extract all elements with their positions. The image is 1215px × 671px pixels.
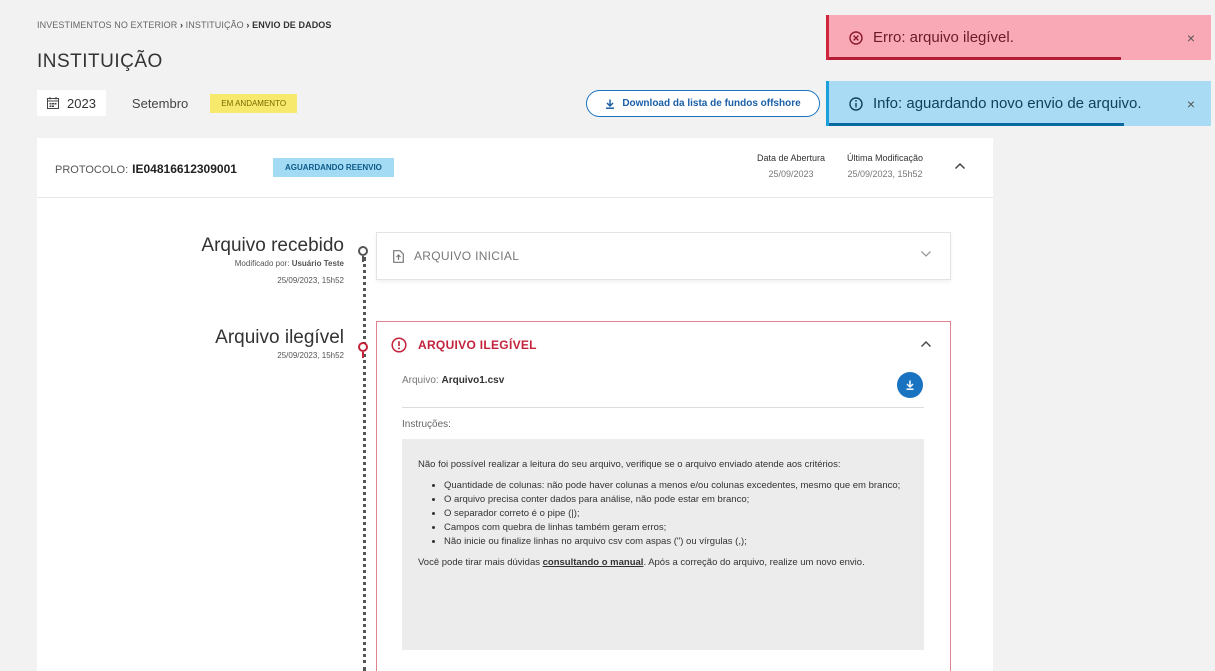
download-icon bbox=[906, 380, 914, 390]
timeline-node-stem bbox=[362, 256, 364, 262]
footer-text: . Após a correção do arquivo, realize um… bbox=[643, 557, 865, 568]
error-toast-message: Erro: arquivo ilegível. bbox=[873, 29, 1014, 46]
error-toast: Erro: arquivo ilegível. × bbox=[826, 15, 1211, 60]
timeline-connector bbox=[363, 257, 366, 671]
criteria-item: O separador correto é o pipe (|); bbox=[444, 507, 908, 520]
initial-file-title: ARQUIVO INICIAL bbox=[414, 249, 520, 263]
protocol-number: IE04816612309001 bbox=[132, 162, 237, 176]
timeline-title: Arquivo recebido bbox=[201, 235, 344, 256]
calendar-icon bbox=[47, 97, 59, 109]
instructions-footer: Você pode tirar mais dúvidas consultando… bbox=[418, 556, 908, 569]
breadcrumb-item-investimentos[interactable]: INVESTIMENTOS NO EXTERIOR bbox=[37, 20, 177, 30]
breadcrumb-separator: › bbox=[243, 20, 253, 30]
modified-by-user: Usuário Teste bbox=[291, 259, 344, 268]
info-toast-message: Info: aguardando novo envio de arquivo. bbox=[873, 95, 1142, 112]
timeline-modified-by: Modificado por: Usuário Teste bbox=[54, 259, 344, 268]
criteria-item: Quantidade de colunas: não pode haver co… bbox=[444, 479, 908, 492]
manual-link[interactable]: consultando o manual bbox=[543, 557, 644, 568]
file-name-row: Arquivo: Arquivo1.csv bbox=[402, 375, 504, 386]
breadcrumb-item-instituicao[interactable]: INSTITUIÇÃO bbox=[186, 20, 244, 30]
breadcrumb-separator: › bbox=[177, 20, 186, 30]
timeline-node-stem bbox=[362, 352, 364, 358]
timeline-entry-received: Arquivo recebido Modificado por: Usuário… bbox=[54, 235, 344, 285]
file-name: Arquivo1.csv bbox=[441, 375, 505, 386]
month-value: Setembro bbox=[131, 95, 189, 111]
info-circle-icon bbox=[849, 96, 863, 111]
divider bbox=[402, 407, 924, 408]
error-circle-icon bbox=[849, 30, 863, 45]
download-button-label: Download da lista de fundos offshore bbox=[622, 98, 801, 109]
criteria-item: O arquivo precisa conter dados para anál… bbox=[444, 493, 908, 506]
criteria-item: Não inicie ou finalize linhas no arquivo… bbox=[444, 535, 908, 548]
alert-circle-icon bbox=[391, 337, 407, 353]
protocol-info: PROTOCOLO: IE04816612309001 bbox=[55, 162, 237, 176]
timeline-title: Arquivo ilegível bbox=[215, 327, 344, 348]
breadcrumb: INVESTIMENTOS NO EXTERIOR › INSTITUIÇÃO … bbox=[37, 20, 332, 30]
download-file-button[interactable] bbox=[897, 372, 923, 398]
criteria-item: Campos com quebra de linhas também geram… bbox=[444, 521, 908, 534]
timeline-node-error bbox=[358, 342, 368, 352]
file-label: Arquivo: bbox=[402, 375, 439, 386]
info-toast: Info: aguardando novo envio de arquivo. … bbox=[826, 81, 1211, 126]
chevron-up-icon[interactable] bbox=[954, 162, 966, 170]
instructions-label: Instruções: bbox=[402, 419, 451, 430]
last-modified: Última Modificação 25/09/2023, 15h52 bbox=[847, 153, 923, 179]
chevron-down-icon[interactable] bbox=[920, 250, 932, 258]
download-offshore-funds-button[interactable]: Download da lista de fundos offshore bbox=[586, 90, 820, 117]
timeline-node bbox=[358, 246, 368, 256]
opening-date-value: 25/09/2023 bbox=[768, 169, 814, 179]
last-modified-label: Última Modificação bbox=[847, 153, 924, 163]
page-title: INSTITUIÇÃO bbox=[37, 51, 163, 72]
timeline-entry-illegible: Arquivo ilegível 25/09/2023, 15h52 bbox=[54, 327, 344, 360]
year-value: 2023 bbox=[67, 95, 96, 111]
opening-date-label: Data de Abertura bbox=[757, 153, 826, 163]
year-selector[interactable]: 2023 bbox=[37, 90, 106, 116]
close-icon[interactable]: × bbox=[1171, 30, 1211, 46]
modified-by-label: Modificado por: bbox=[234, 259, 290, 268]
file-upload-icon bbox=[393, 249, 404, 263]
error-toast-progress bbox=[829, 57, 1121, 60]
illegible-file-title: ARQUIVO ILEGÍVEL bbox=[418, 338, 537, 352]
timeline-date: 25/09/2023, 15h52 bbox=[277, 351, 344, 360]
timeline-date: 25/09/2023, 15h52 bbox=[277, 276, 344, 285]
illegible-file-panel: ARQUIVO ILEGÍVEL Arquivo: Arquivo1.csv I… bbox=[376, 321, 951, 671]
close-icon[interactable]: × bbox=[1171, 96, 1211, 112]
breadcrumb-item-envio-de-dados: ENVIO DE DADOS bbox=[252, 20, 332, 30]
protocol-label: PROTOCOLO: bbox=[55, 164, 129, 176]
illegible-file-header[interactable]: ARQUIVO ILEGÍVEL bbox=[391, 337, 537, 353]
last-modified-value: 25/09/2023, 15h52 bbox=[847, 169, 923, 179]
period-row: 2023 Setembro EM ANDAMENTO bbox=[37, 90, 298, 116]
chevron-up-icon[interactable] bbox=[920, 340, 932, 348]
footer-text: Você pode tirar mais dúvidas bbox=[418, 557, 543, 568]
initial-file-panel[interactable]: ARQUIVO INICIAL bbox=[376, 232, 951, 280]
status-badge: EM ANDAMENTO bbox=[210, 93, 298, 113]
criteria-list: Quantidade de colunas: não pode haver co… bbox=[418, 479, 908, 548]
download-icon bbox=[606, 99, 615, 109]
opening-date: Data de Abertura 25/09/2023 bbox=[757, 153, 825, 179]
instructions-intro: Não foi possível realizar a leitura do s… bbox=[418, 459, 841, 470]
info-toast-progress bbox=[829, 123, 1124, 126]
instructions-box: Não foi possível realizar a leitura do s… bbox=[402, 439, 924, 650]
status-badge: AGUARDANDO REENVIO bbox=[273, 158, 394, 177]
protocol-header[interactable]: PROTOCOLO: IE04816612309001 AGUARDANDO RE… bbox=[37, 138, 993, 198]
